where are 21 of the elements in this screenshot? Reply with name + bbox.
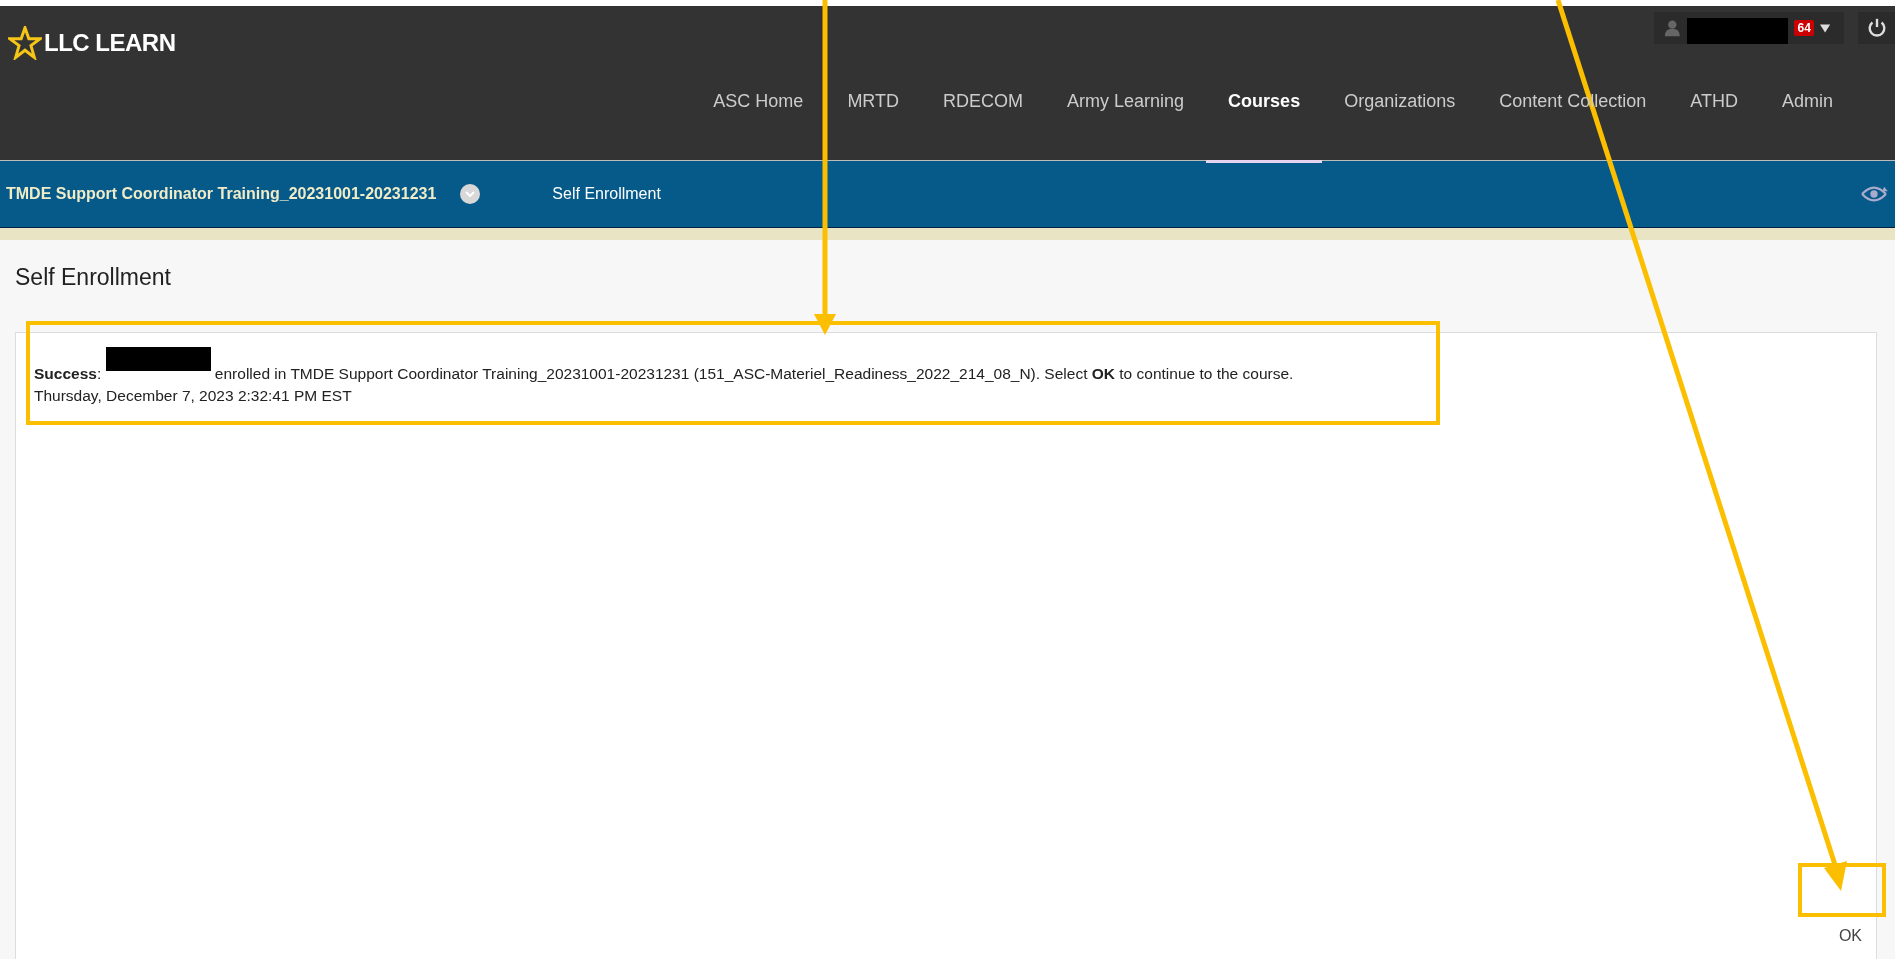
page-title: Self Enrollment <box>15 264 172 292</box>
nav-tab[interactable]: RDECOM <box>921 66 1046 163</box>
nav-tab[interactable]: ATHD <box>1668 66 1760 163</box>
course-title[interactable]: TMDE Support Coordinator Training_20231001-20231231 <box>6 185 437 203</box>
success-message: Success: enrolled in TMDE Support Coordinator Training_20231001-20231231 (151_ASC-Materiel_Readiness_2022_214_08_N). Select OK to continue to the course. <box>34 347 1436 385</box>
nav-tab[interactable]: Admin <box>1759 66 1855 163</box>
timestamp: Thursday, December 7, 2023 2:32:41 PM EST <box>34 386 353 406</box>
user-menu[interactable]: 64 <box>1654 12 1844 44</box>
star-logo-icon <box>8 26 42 60</box>
breadcrumb-page[interactable]: Self Enrollment <box>552 185 661 203</box>
nav-tab[interactable]: ASC Home <box>691 66 826 163</box>
dropdown-chevron-icon[interactable] <box>460 184 481 204</box>
caret-icon <box>1819 23 1830 33</box>
user-icon <box>1664 18 1681 38</box>
nav-tab[interactable]: MRTD <box>825 66 922 163</box>
notification-badge: 64 <box>1794 20 1814 36</box>
nav-tab[interactable]: Army Learning <box>1045 66 1207 163</box>
logout-button[interactable] <box>1858 12 1895 44</box>
site-logo[interactable]: LLC LEARN <box>44 26 176 60</box>
ok-button[interactable]: OK <box>1838 927 1876 945</box>
nav-tab[interactable]: Organizations <box>1322 66 1478 163</box>
